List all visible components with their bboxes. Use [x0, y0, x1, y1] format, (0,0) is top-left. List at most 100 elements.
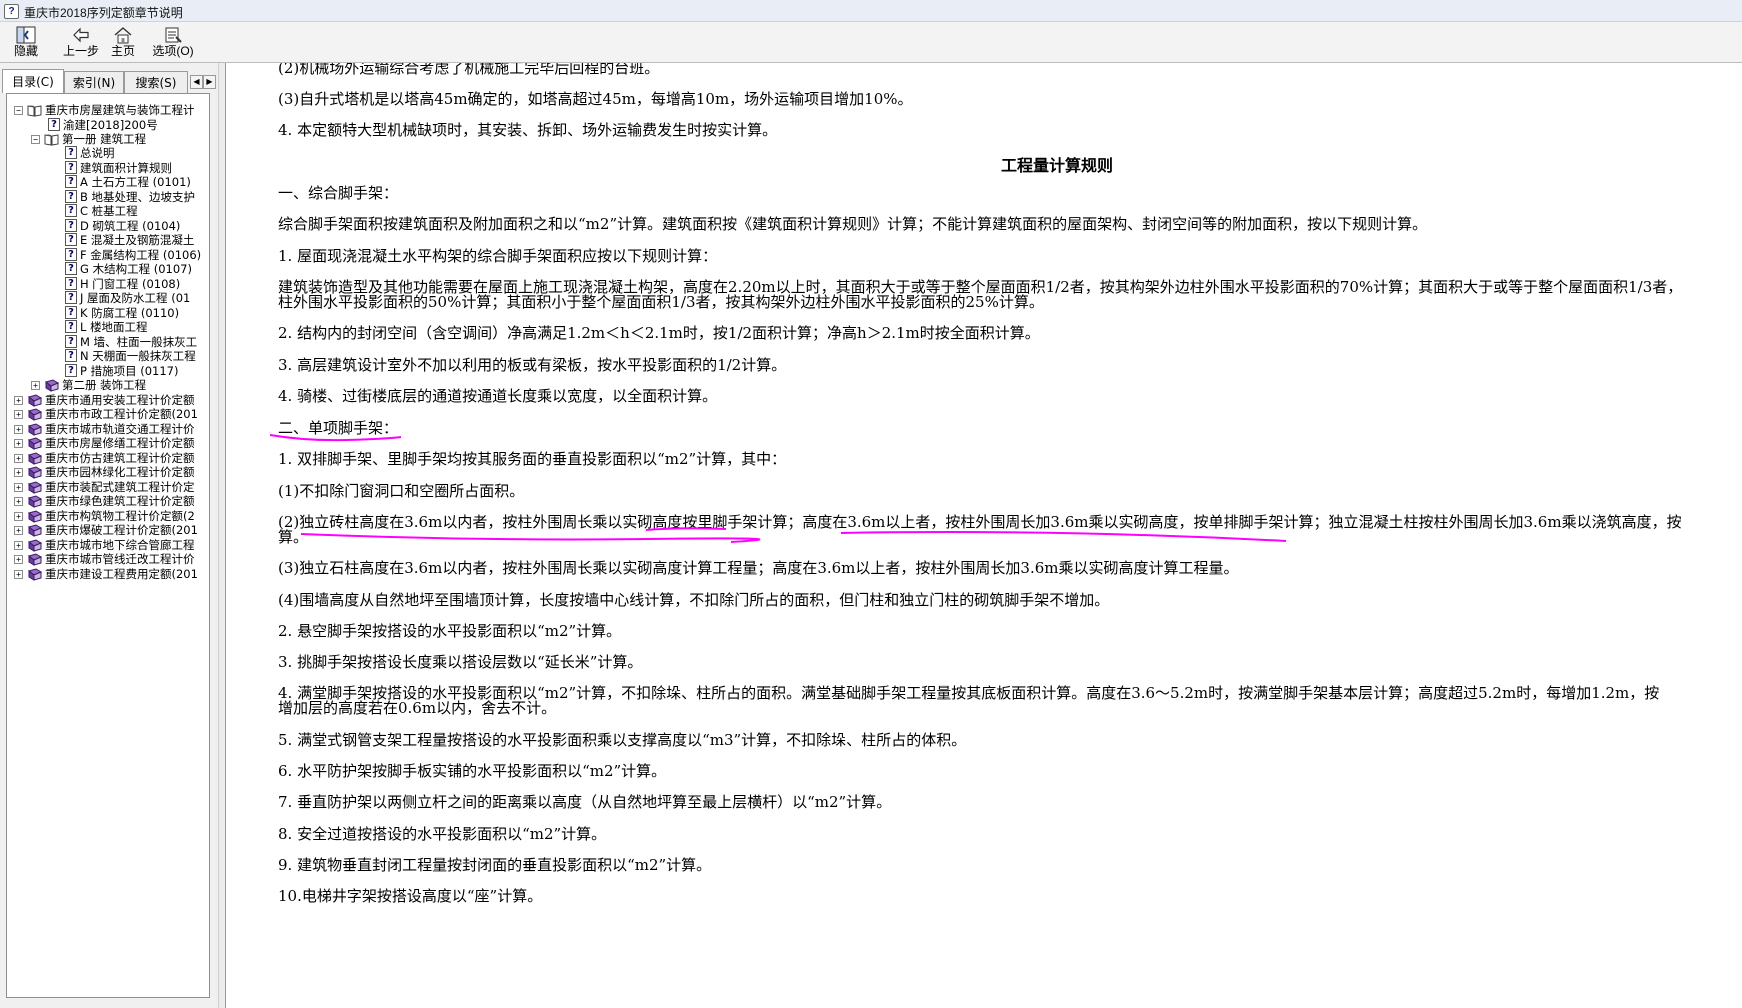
- tree-item-label: C 桩基工程: [80, 204, 138, 218]
- help-page-icon: ?: [65, 262, 77, 275]
- tab-index[interactable]: 索引(N): [64, 71, 124, 93]
- section-heading: 工程量计算规则: [1001, 156, 1114, 175]
- help-page-icon: ?: [65, 277, 77, 290]
- help-page-icon: ?: [65, 219, 77, 232]
- expand-icon[interactable]: +: [14, 454, 23, 463]
- tab-scroll-left-icon[interactable]: ◀: [190, 75, 203, 89]
- expand-icon[interactable]: +: [14, 410, 23, 419]
- expand-icon[interactable]: +: [14, 555, 23, 564]
- paragraph: 1. 屋面现浇混凝土水平构架的综合脚手架面积应按以下规则计算：: [278, 247, 718, 265]
- back-button[interactable]: 上一步: [58, 24, 104, 60]
- expand-icon[interactable]: +: [14, 541, 23, 550]
- tree-item-label: 重庆市爆破工程计价定额(201: [45, 523, 198, 537]
- tree-item-label: N 天棚面一般抹灰工程: [80, 349, 196, 363]
- help-page-icon: ?: [48, 118, 60, 131]
- help-page-icon: ?: [65, 306, 77, 319]
- tree-item-label: E 混凝土及钢筋混凝土: [80, 233, 195, 247]
- tree-item-label: J 屋面及防水工程 (01: [80, 291, 191, 305]
- expand-icon[interactable]: +: [31, 381, 40, 390]
- tab-search[interactable]: 搜索(S): [124, 71, 188, 93]
- options-label: 选项(O): [152, 44, 194, 58]
- home-button[interactable]: 主页: [100, 24, 146, 60]
- tree-item-label: A 土石方工程 (0101): [80, 175, 191, 189]
- expand-icon[interactable]: +: [14, 425, 23, 434]
- expand-icon[interactable]: +: [14, 526, 23, 535]
- toolbar: 隐藏 上一步 主页 选项(O): [0, 22, 1742, 63]
- paragraph: (4)围墙高度从自然地坪至围墙顶计算，长度按墙中心线计算，不扣除门所占的面积，但…: [278, 591, 1110, 609]
- options-button[interactable]: 选项(O): [150, 24, 196, 60]
- tree-item-label: 重庆市市政工程计价定额(201: [45, 407, 198, 421]
- title-bar: ? 重庆市2018序列定额章节说明: [0, 0, 1742, 22]
- tree-item-label: G 木结构工程 (0107): [80, 262, 192, 276]
- closed-book-icon: [27, 437, 42, 450]
- paragraph: 7. 垂直防护架以两侧立杆之间的距离乘以高度（从自然地坪算至最上层横杆）以“m2…: [278, 793, 892, 811]
- paragraph: 二、单项脚手架：: [278, 419, 399, 437]
- help-page-icon: ?: [65, 233, 77, 246]
- tree-item-label: L 楼地面工程: [80, 320, 148, 334]
- paragraph: (3)独立石柱高度在3.6m以内者，按柱外围周长乘以实砌高度计算工程量；高度在3…: [278, 559, 1239, 577]
- options-icon: [165, 27, 182, 43]
- paragraph: 8. 安全过道按搭设的水平投影面积以“m2”计算。: [278, 825, 607, 843]
- closed-book-icon: [27, 510, 42, 523]
- underline-annotation: [300, 533, 761, 543]
- help-page-icon: ?: [65, 175, 77, 188]
- tab-contents[interactable]: 目录(C): [2, 69, 64, 93]
- pane-splitter[interactable]: [218, 63, 226, 1008]
- hide-pane-icon: [16, 26, 36, 44]
- paragraph: 算。: [278, 528, 309, 546]
- closed-book-icon: [27, 524, 42, 537]
- help-page-icon: ?: [65, 291, 77, 304]
- tree-item-label: 重庆市园林绿化工程计价定额: [45, 465, 195, 479]
- expand-icon[interactable]: +: [14, 497, 23, 506]
- paragraph: 1. 双排脚手架、里脚手架均按其服务面的垂直投影面积以“m2”计算，其中：: [278, 450, 787, 468]
- expand-icon[interactable]: +: [14, 468, 23, 477]
- expand-icon[interactable]: +: [14, 483, 23, 492]
- paragraph: 一、综合脚手架：: [278, 184, 399, 202]
- closed-book-icon: [27, 466, 42, 479]
- closed-book-icon: [27, 394, 42, 407]
- tree-item-label: 第二册 装饰工程: [62, 378, 147, 392]
- paragraph: 9. 建筑物垂直封闭工程量按封闭面的垂直投影面积以“m2”计算。: [278, 856, 712, 874]
- back-arrow-icon: [73, 27, 89, 43]
- help-page-icon: ?: [65, 204, 77, 217]
- tree-item-label: 重庆市房屋修缮工程计价定额: [45, 436, 195, 450]
- collapse-icon[interactable]: −: [31, 135, 40, 144]
- contents-tree: − 重庆市房屋建筑与装饰工程计 ? 渝建[2018]200号 − 第一册 建筑工…: [6, 93, 210, 998]
- home-label: 主页: [110, 44, 135, 58]
- paragraph: 3. 挑脚手架按搭设长度乘以搭设层数以“延长米”计算。: [278, 653, 643, 671]
- expand-icon[interactable]: +: [14, 512, 23, 521]
- paragraph: (2)机械场外运输综合考虑了机械施工完毕后回程的台班。: [278, 63, 660, 77]
- expand-icon[interactable]: +: [14, 396, 23, 405]
- closed-book-icon: [27, 568, 42, 581]
- closed-book-icon: [27, 452, 42, 465]
- help-page-icon: ?: [65, 190, 77, 203]
- expand-icon[interactable]: +: [14, 570, 23, 579]
- expand-icon[interactable]: +: [14, 439, 23, 448]
- paragraph: 4. 骑楼、过街楼底层的通道按通道长度乘以宽度，以全面积计算。: [278, 387, 718, 405]
- tree-item-label: 重庆市房屋建筑与装饰工程计: [45, 103, 195, 117]
- collapse-icon[interactable]: −: [14, 106, 23, 115]
- paragraph: (3)自升式塔机是以塔高45m确定的，如塔高超过45m，每增高10m，场外运输项…: [278, 90, 913, 108]
- closed-book-icon: [44, 379, 59, 392]
- tab-scroll-right-icon[interactable]: ▶: [203, 75, 216, 89]
- hide-label: 隐藏: [13, 44, 38, 58]
- hide-button[interactable]: 隐藏: [3, 24, 49, 60]
- help-page-icon: ?: [65, 161, 77, 174]
- help-page-icon: ?: [65, 320, 77, 333]
- paragraph: 5. 满堂式钢管支架工程量按搭设的水平投影面积乘以支撑高度以“m3”计算，不扣除…: [278, 731, 967, 749]
- help-page-icon: ?: [65, 364, 77, 377]
- tree-item-label: 重庆市绿色建筑工程计价定额: [45, 494, 195, 508]
- tree-item-label: 总说明: [80, 146, 115, 160]
- closed-book-icon: [27, 539, 42, 552]
- closed-book-icon: [27, 553, 42, 566]
- home-icon: [114, 27, 132, 44]
- nav-tabs: 目录(C) 索引(N) 搜索(S) ◀ ▶: [0, 69, 218, 93]
- paragraph: (2)独立砖柱高度在3.6m以内者，按柱外围周长乘以实砌高度按里脚手架计算；高度…: [278, 513, 1682, 531]
- help-page-icon: ?: [65, 349, 77, 362]
- underline-annotation: [840, 531, 1287, 542]
- paragraph: 综合脚手架面积按建筑面积及附加面积之和以“m2”计算。建筑面积按《建筑面积计算规…: [278, 215, 1428, 233]
- closed-book-icon: [27, 495, 42, 508]
- paragraph: 2. 结构内的封闭空间（含空调间）净高满足1.2m＜h＜2.1m时，按1/2面积…: [278, 324, 1040, 342]
- tree-item-label: 重庆市建设工程费用定额(201: [45, 567, 198, 581]
- app-help-icon: ?: [4, 4, 19, 19]
